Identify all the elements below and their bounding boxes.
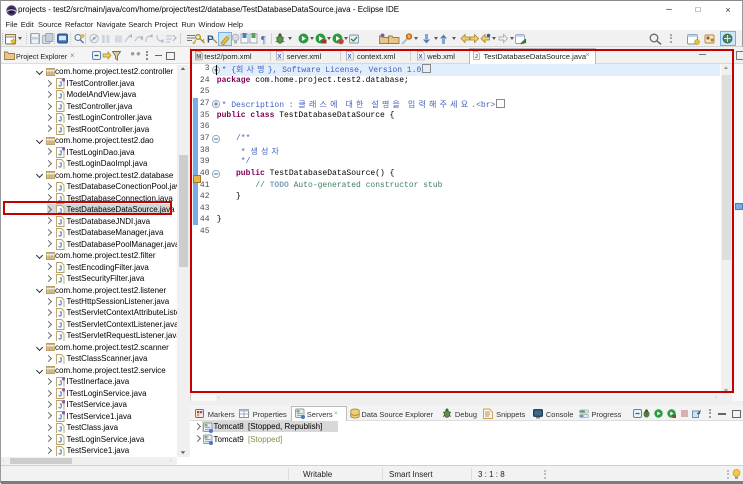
svg-text:¶: ¶ — [261, 35, 266, 45]
